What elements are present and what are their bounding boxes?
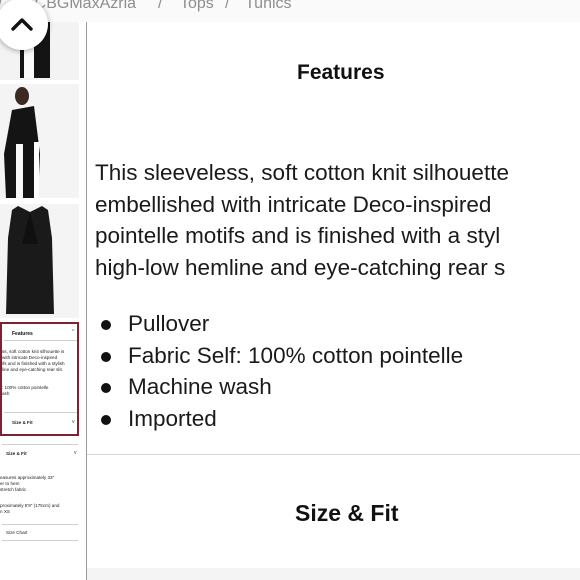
mini-size-fit-title: Size & Fit [12, 420, 33, 425]
divider [2, 444, 78, 445]
chevron-down-icon: v [72, 419, 75, 425]
description-line: pointelle motifs and is finished with a … [95, 223, 501, 248]
mini-text-line: line and eye-catching rear slit. [2, 367, 64, 372]
mini-size-fit-title: Size & Fit [6, 451, 27, 456]
mini-text-line: n XS [0, 509, 10, 514]
breadcrumb-separator: / [158, 0, 163, 12]
list-item: Machine wash [95, 371, 463, 403]
list-item: Imported [95, 403, 463, 435]
breadcrumb-item-category[interactable]: Tops [180, 0, 214, 13]
chevron-up-icon: ^ [72, 329, 75, 335]
model-image [0, 84, 79, 198]
features-heading[interactable]: Features [297, 61, 385, 85]
features-list: Pullover Fabric Self: 100% cotton pointe… [95, 308, 463, 434]
product-thumbnail-3[interactable] [0, 204, 79, 318]
breadcrumb-separator: / [225, 0, 230, 12]
product-thumbnail-2[interactable] [0, 84, 79, 198]
size-fit-panel-thumbnail[interactable]: Size & Fit v easures approximately 33" e… [0, 440, 82, 550]
mini-text-line: ash [2, 391, 10, 396]
features-description: This sleeveless, soft cotton knit silhou… [95, 157, 580, 283]
description-line: embellished with intricate Deco-inspired [95, 191, 492, 217]
list-item: Fabric Self: 100% cotton pointelle [95, 340, 463, 372]
divider [4, 340, 77, 341]
product-details-panel: Features This sleeveless, soft cotton kn… [87, 22, 580, 580]
chevron-up-icon [11, 18, 33, 31]
features-panel-thumbnail[interactable]: Features ^ ss, soft cotton knit silhouet… [0, 322, 79, 436]
list-item: Pullover [95, 308, 463, 340]
divider [4, 412, 77, 413]
breadcrumb: / BCBGMaxAzria / Tops / Tunics [0, 0, 580, 22]
bottom-strip [87, 568, 580, 580]
garment-flat-image [0, 204, 79, 318]
section-divider [87, 454, 580, 455]
mini-features-title: Features [12, 331, 33, 337]
divider [2, 524, 78, 525]
divider [2, 540, 78, 541]
breadcrumb-item-subcategory[interactable]: Tunics [245, 0, 292, 13]
description-line: high-low hemline and eye-catching rear s [95, 254, 506, 280]
chevron-down-icon: v [74, 450, 77, 456]
thumbnail-rail: Features ^ ss, soft cotton knit silhouet… [0, 22, 82, 580]
description-line: This sleeveless, soft cotton knit silhou… [95, 160, 509, 185]
mini-text-line: stretch fabric [0, 487, 27, 492]
size-fit-heading[interactable]: Size & Fit [295, 500, 399, 527]
size-chart-link[interactable]: Size Chart [6, 530, 27, 536]
